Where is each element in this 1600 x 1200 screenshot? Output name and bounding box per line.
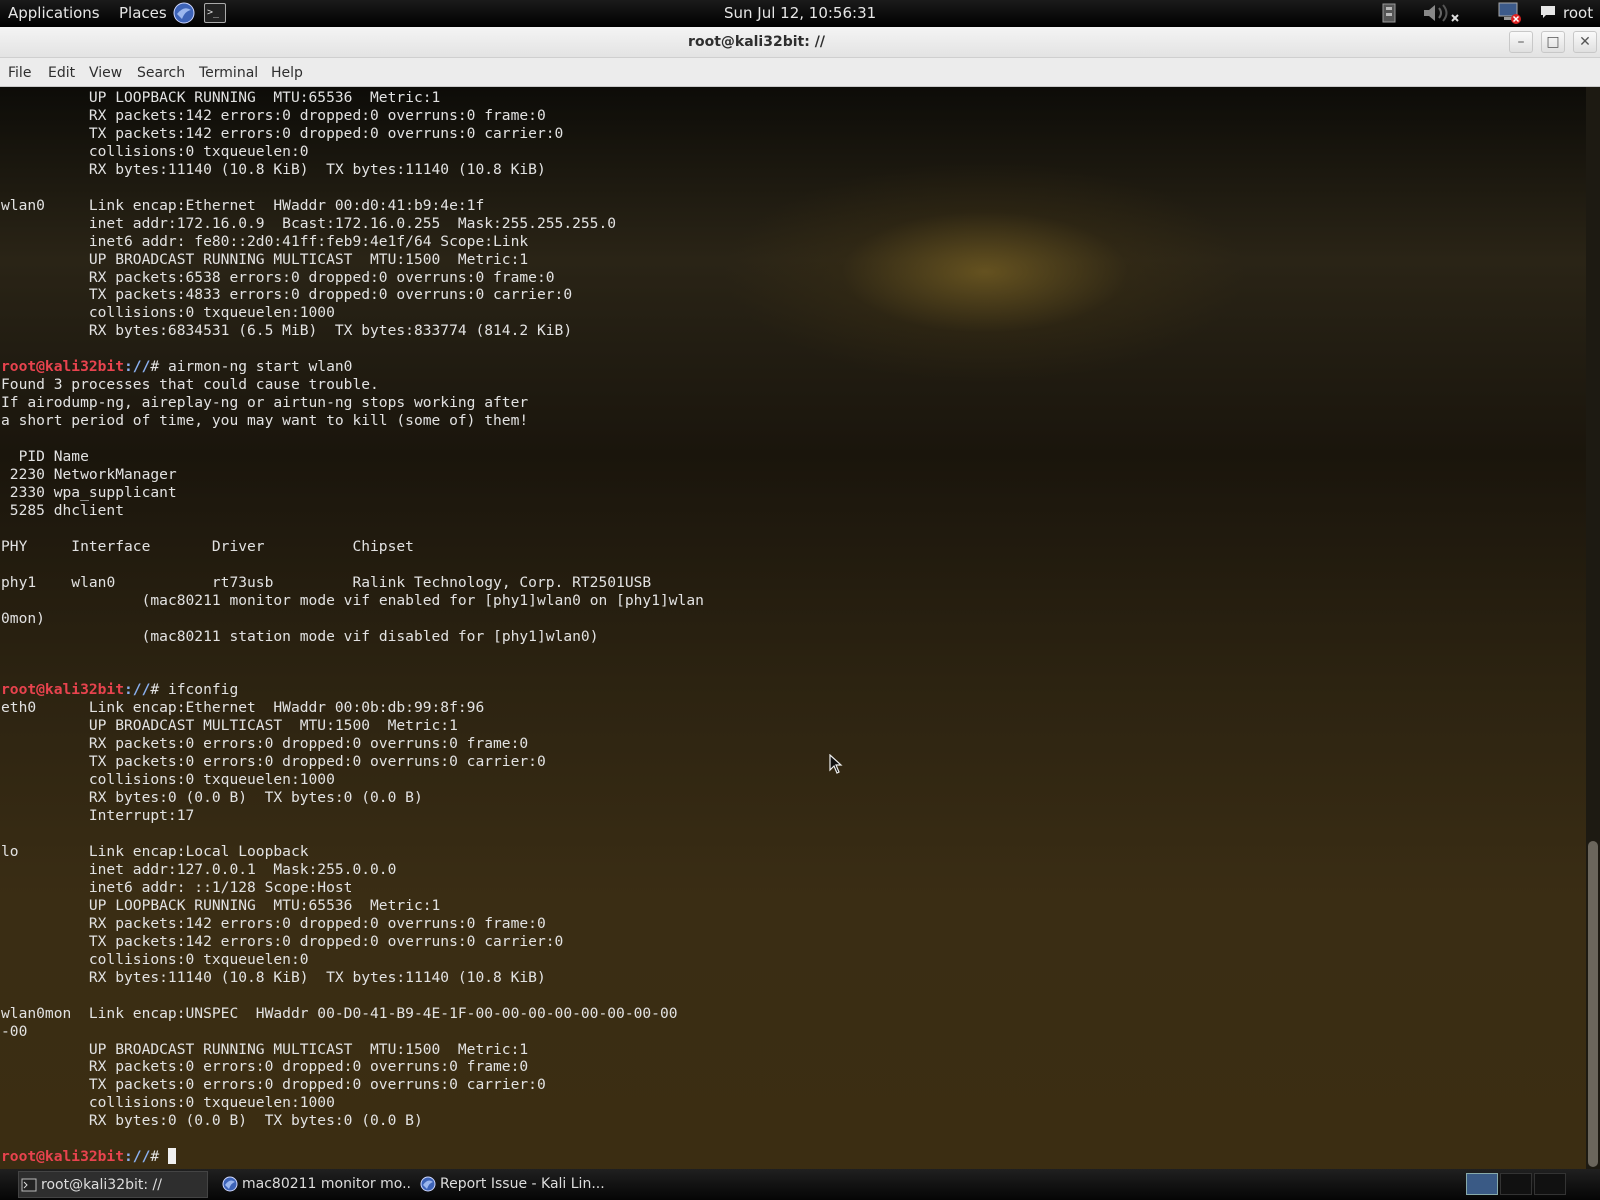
prompt-path: :// bbox=[124, 358, 151, 376]
window-titlebar[interactable]: root@kali32bit: // – □ ✕ bbox=[0, 27, 1600, 58]
prompt-user: root@kali32bit bbox=[1, 358, 125, 376]
prompt-path: :// bbox=[124, 1148, 151, 1166]
volume-muted-icon[interactable] bbox=[1422, 2, 1462, 24]
menu-terminal[interactable]: Terminal bbox=[199, 65, 258, 81]
keyboard-layout-icon[interactable] bbox=[1380, 2, 1400, 24]
menu-help[interactable]: Help bbox=[271, 65, 303, 81]
terminal-icon[interactable]: >_ bbox=[204, 3, 226, 23]
taskbar-item-browser[interactable]: mac80211 monitor mo... bbox=[220, 1171, 410, 1198]
chat-icon[interactable] bbox=[1540, 5, 1556, 19]
prompt-path: :// bbox=[124, 681, 151, 699]
minimize-button[interactable]: – bbox=[1509, 31, 1533, 53]
network-disconnected-icon[interactable] bbox=[1496, 1, 1522, 25]
taskbar-item-label: Report Issue - Kali Lin... bbox=[440, 1176, 605, 1192]
taskbar-item-label: root@kali32bit: // bbox=[41, 1177, 162, 1193]
taskbar-item-browser[interactable]: Report Issue - Kali Lin... bbox=[418, 1171, 618, 1198]
menu-search[interactable]: Search bbox=[137, 65, 185, 81]
taskbar-item-label: mac80211 monitor mo... bbox=[242, 1176, 410, 1192]
close-button[interactable]: ✕ bbox=[1573, 31, 1597, 53]
maximize-button[interactable]: □ bbox=[1541, 31, 1565, 53]
browser-icon bbox=[420, 1176, 436, 1192]
terminal-output-block: Found 3 processes that could cause troub… bbox=[1, 376, 704, 645]
terminal-icon bbox=[21, 1178, 37, 1192]
menu-edit[interactable]: Edit bbox=[48, 65, 75, 81]
taskbar-item-terminal[interactable]: root@kali32bit: // bbox=[18, 1171, 208, 1198]
browser-icon bbox=[222, 1176, 238, 1192]
applications-menu[interactable]: Applications bbox=[8, 4, 100, 22]
mouse-pointer-icon bbox=[829, 754, 843, 774]
terminal-output[interactable]: UP LOOPBACK RUNNING MTU:65536 Metric:1 R… bbox=[0, 87, 1586, 1169]
menu-view[interactable]: View bbox=[89, 65, 122, 81]
window-title: root@kali32bit: // bbox=[688, 34, 825, 50]
menu-file[interactable]: File bbox=[8, 65, 31, 81]
top-panel: Applications Places >_ Sun Jul 12, 10:56… bbox=[0, 0, 1600, 27]
taskbar: root@kali32bit: // mac80211 monitor mo..… bbox=[0, 1169, 1600, 1200]
command-text: # ifconfig bbox=[150, 681, 239, 699]
menubar: File Edit View Search Terminal Help bbox=[0, 58, 1600, 87]
terminal-text[interactable]: UP LOOPBACK RUNNING MTU:65536 Metric:1 R… bbox=[1, 89, 704, 1166]
terminal-output-block: eth0 Link encap:Ethernet HWaddr 00:0b:db… bbox=[1, 699, 678, 1130]
command-text: # airmon-ng start wlan0 bbox=[150, 358, 353, 376]
prompt-suffix: # bbox=[150, 1148, 168, 1166]
workspace-3[interactable] bbox=[1534, 1173, 1566, 1195]
browser-icon[interactable] bbox=[173, 2, 195, 24]
text-cursor bbox=[167, 1148, 176, 1165]
workspace-2[interactable] bbox=[1500, 1173, 1532, 1195]
prompt-user: root@kali32bit bbox=[1, 681, 125, 699]
terminal-output-block: UP LOOPBACK RUNNING MTU:65536 Metric:1 R… bbox=[1, 89, 617, 340]
places-menu[interactable]: Places bbox=[119, 4, 167, 22]
scrollbar-thumb[interactable] bbox=[1588, 841, 1598, 1167]
terminal-scrollbar[interactable] bbox=[1586, 87, 1600, 1169]
prompt-user: root@kali32bit bbox=[1, 1148, 125, 1166]
clock[interactable]: Sun Jul 12, 10:56:31 bbox=[724, 4, 876, 22]
user-menu[interactable]: root bbox=[1563, 4, 1593, 22]
workspace-1[interactable] bbox=[1466, 1173, 1498, 1195]
